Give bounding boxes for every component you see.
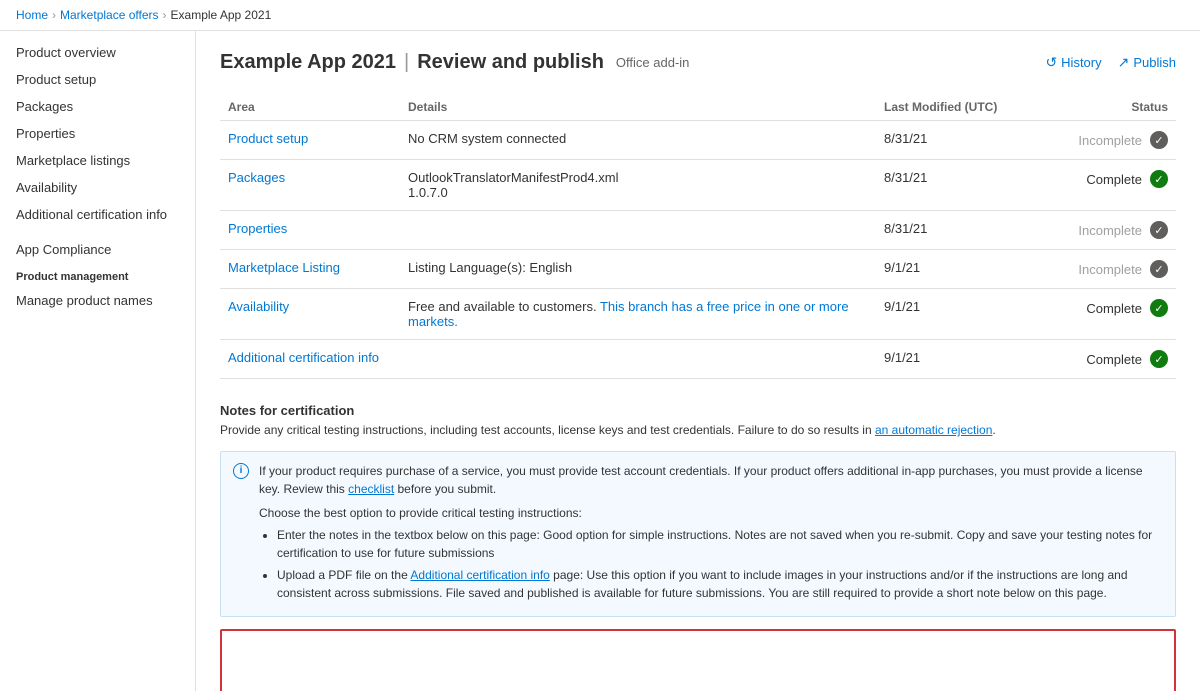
col-area: Area (220, 94, 400, 121)
col-status: Status (1036, 94, 1176, 121)
breadcrumb-offers[interactable]: Marketplace offers (60, 8, 159, 22)
breadcrumb-sep1: › (52, 8, 56, 22)
table-row: Marketplace Listing Listing Language(s):… (220, 250, 1176, 289)
status-label-availability: Complete (1086, 301, 1142, 316)
info-box: i If your product requires purchase of a… (220, 451, 1176, 617)
col-modified: Last Modified (UTC) (876, 94, 1036, 121)
instructions-list: Enter the notes in the textbox below on … (259, 526, 1163, 602)
bullet2-part1: Upload a PDF file on the (277, 568, 410, 582)
modified-product-setup: 8/31/21 (876, 121, 1036, 160)
checklist-link[interactable]: checklist (348, 482, 394, 496)
sidebar-item-properties[interactable]: Properties (0, 120, 195, 147)
sidebar-item-additional-cert[interactable]: Additional certification info (0, 201, 195, 228)
table-row: Product setup No CRM system connected 8/… (220, 121, 1176, 160)
publish-header-button[interactable]: ↗ Publish (1118, 54, 1176, 71)
notes-description: Provide any critical testing instruction… (220, 422, 1176, 439)
area-link-product-setup[interactable]: Product setup (228, 131, 308, 146)
header-actions: ↺ History ↗ Publish (1045, 54, 1176, 71)
page-app-title: Example App 2021 (220, 51, 396, 74)
info-text-part2: before you submit. (394, 482, 496, 496)
details-packages: OutlookTranslatorManifestProd4.xml 1.0.7… (400, 160, 876, 211)
details-availability: Free and available to customers. This br… (400, 289, 876, 340)
breadcrumb-sep2: › (163, 8, 167, 22)
status-icon-packages: ✓ (1150, 170, 1168, 188)
availability-highlight: This branch has a free price in one or m… (408, 299, 849, 329)
sidebar: Product overview Product setup Packages … (0, 31, 196, 691)
area-link-marketplace-listing[interactable]: Marketplace Listing (228, 260, 340, 275)
choose-text: Choose the best option to provide critic… (259, 504, 1163, 522)
history-icon: ↺ (1045, 54, 1057, 71)
notes-rejection-link[interactable]: an automatic rejection (875, 423, 992, 437)
sidebar-item-app-compliance[interactable]: App Compliance (0, 236, 195, 263)
page-badge: Office add-in (616, 55, 689, 70)
sidebar-item-product-setup[interactable]: Product setup (0, 66, 195, 93)
sidebar-item-product-overview[interactable]: Product overview (0, 39, 195, 66)
notes-textarea[interactable] (220, 629, 1176, 691)
sidebar-item-availability[interactable]: Availability (0, 174, 195, 201)
status-label-marketplace-listing: Incomplete (1078, 262, 1142, 277)
sidebar-item-packages[interactable]: Packages (0, 93, 195, 120)
history-button[interactable]: ↺ History (1045, 54, 1101, 71)
history-label: History (1061, 55, 1101, 70)
instructions-bullet2: Upload a PDF file on the Additional cert… (277, 566, 1163, 602)
additional-cert-link[interactable]: Additional certification info (410, 568, 549, 582)
notes-section: Notes for certification Provide any crit… (220, 403, 1176, 691)
instructions-bullet1: Enter the notes in the textbox below on … (277, 526, 1163, 562)
status-properties: Incomplete ✓ (1044, 221, 1168, 239)
sidebar-item-marketplace-listings[interactable]: Marketplace listings (0, 147, 195, 174)
main-content: Example App 2021 | Review and publish Of… (196, 31, 1200, 691)
modified-availability: 9/1/21 (876, 289, 1036, 340)
area-link-additional-cert[interactable]: Additional certification info (228, 350, 379, 365)
breadcrumb-home[interactable]: Home (16, 8, 48, 22)
status-marketplace-listing: Incomplete ✓ (1044, 260, 1168, 278)
area-link-packages[interactable]: Packages (228, 170, 285, 185)
modified-additional-cert: 9/1/21 (876, 340, 1036, 379)
notes-title: Notes for certification (220, 403, 1176, 418)
area-link-availability[interactable]: Availability (228, 299, 289, 314)
packages-file: OutlookTranslatorManifestProd4.xml (408, 170, 868, 185)
info-box-content: If your product requires purchase of a s… (259, 462, 1163, 606)
status-additional-cert: Complete ✓ (1044, 350, 1168, 368)
notes-desc-part1: Provide any critical testing instruction… (220, 423, 875, 437)
publish-icon: ↗ (1118, 54, 1130, 71)
status-label-product-setup: Incomplete (1078, 133, 1142, 148)
modified-marketplace-listing: 9/1/21 (876, 250, 1036, 289)
status-label-properties: Incomplete (1078, 223, 1142, 238)
page-title-area: Example App 2021 | Review and publish Of… (220, 51, 689, 74)
modified-packages: 8/31/21 (876, 160, 1036, 211)
status-icon-properties: ✓ (1150, 221, 1168, 239)
status-icon-availability: ✓ (1150, 299, 1168, 317)
details-product-setup: No CRM system connected (400, 121, 876, 160)
notes-desc-part2: . (992, 423, 995, 437)
status-label-additional-cert: Complete (1086, 352, 1142, 367)
status-icon-product-setup: ✓ (1150, 131, 1168, 149)
breadcrumb-current: Example App 2021 (171, 8, 272, 22)
status-icon-additional-cert: ✓ (1150, 350, 1168, 368)
modified-properties: 8/31/21 (876, 211, 1036, 250)
review-table: Area Details Last Modified (UTC) Status … (220, 94, 1176, 379)
status-packages: Complete ✓ (1044, 170, 1168, 188)
title-separator: | (404, 51, 409, 74)
details-properties (400, 211, 876, 250)
sidebar-section-product-management: Product management (0, 263, 195, 287)
page-review-subtitle: Review and publish (417, 51, 604, 74)
publish-header-label: Publish (1133, 55, 1176, 70)
details-additional-cert (400, 340, 876, 379)
breadcrumb-bar: Home › Marketplace offers › Example App … (0, 0, 1200, 31)
packages-version: 1.0.7.0 (408, 185, 868, 200)
details-marketplace-listing: Listing Language(s): English (400, 250, 876, 289)
status-availability: Complete ✓ (1044, 299, 1168, 317)
info-icon: i (233, 463, 249, 479)
area-link-properties[interactable]: Properties (228, 221, 287, 236)
status-label-packages: Complete (1086, 172, 1142, 187)
table-row: Properties 8/31/21 Incomplete ✓ (220, 211, 1176, 250)
table-row: Additional certification info 9/1/21 Com… (220, 340, 1176, 379)
page-header: Example App 2021 | Review and publish Of… (220, 51, 1176, 74)
table-row: Packages OutlookTranslatorManifestProd4.… (220, 160, 1176, 211)
table-row: Availability Free and available to custo… (220, 289, 1176, 340)
sidebar-item-manage-product-names[interactable]: Manage product names (0, 287, 195, 314)
status-product-setup: Incomplete ✓ (1044, 131, 1168, 149)
col-details: Details (400, 94, 876, 121)
status-icon-marketplace-listing: ✓ (1150, 260, 1168, 278)
